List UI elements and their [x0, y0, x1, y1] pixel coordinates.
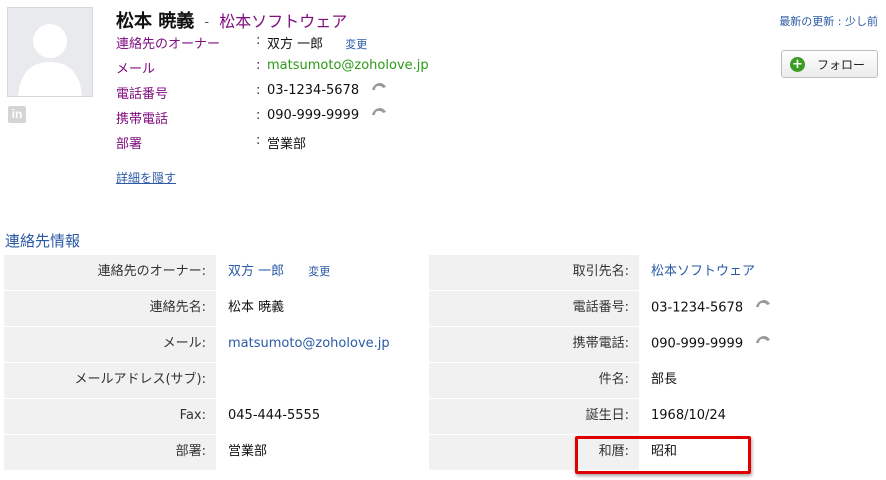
- colon: :: [256, 58, 261, 73]
- account-name-link[interactable]: 松本ソフトウェア: [219, 12, 347, 31]
- phone-label: 電話番号: [116, 87, 169, 102]
- table-row: メールアドレス(サブ): 件名: 部長: [4, 363, 852, 399]
- phone-icon[interactable]: [755, 289, 771, 323]
- field-value: 090-999-9999: [641, 327, 852, 362]
- field-label: 連絡先のオーナー:: [4, 255, 216, 290]
- email-label: メール: [116, 62, 156, 77]
- phone-number: 03-1234-5678: [267, 83, 360, 98]
- owner-link[interactable]: 双方 一郎: [228, 264, 284, 279]
- plus-icon: +: [789, 56, 805, 72]
- field-value: 松本ソフトウェア: [641, 255, 852, 290]
- phone-value: 03-1234-5678: [267, 83, 387, 98]
- table-row: 連絡先名: 松本 暁義 電話番号: 03-1234-5678: [4, 291, 852, 327]
- change-owner-link[interactable]: 変更: [345, 38, 367, 51]
- field-value: 045-444-5555: [218, 399, 427, 434]
- field-value: [218, 363, 427, 398]
- field-value: 1968/10/24: [641, 399, 852, 434]
- avatar: [7, 7, 93, 97]
- table-row: メール: matsumoto@zoholove.jp 携帯電話: 090-999…: [4, 327, 852, 363]
- field-value: 03-1234-5678: [641, 291, 852, 326]
- field-label: Fax:: [4, 399, 216, 434]
- colon: :: [256, 133, 261, 148]
- name-separator: -: [204, 15, 210, 30]
- phone-icon[interactable]: [371, 106, 387, 121]
- section-title[interactable]: 連絡先情報: [5, 230, 80, 251]
- phone-icon[interactable]: [755, 325, 771, 359]
- change-owner-link[interactable]: 変更: [308, 265, 330, 278]
- email-link[interactable]: matsumoto@zoholove.jp: [228, 336, 390, 351]
- linkedin-icon[interactable]: in: [8, 106, 26, 123]
- follow-button[interactable]: + フォロー: [781, 50, 878, 78]
- colon: :: [256, 33, 261, 48]
- field-value: 営業部: [218, 435, 427, 470]
- field-value: 双方 一郎 変更: [218, 255, 427, 290]
- field-label: 誕生日:: [429, 399, 639, 434]
- field-value: 松本 暁義: [218, 291, 427, 326]
- summary-row-phone: 電話番号 : 03-1234-5678: [116, 83, 536, 108]
- mobile-number: 090-999-9999: [267, 108, 360, 123]
- summary-row-owner: 連絡先のオーナー : 双方 一郎 変更: [116, 33, 536, 58]
- phone-icon[interactable]: [371, 81, 387, 96]
- field-label: 件名:: [429, 363, 639, 398]
- account-link[interactable]: 松本ソフトウェア: [651, 264, 755, 279]
- summary-row-mobile: 携帯電話 : 090-999-9999: [116, 108, 536, 133]
- field-label: 取引先名:: [429, 255, 639, 290]
- field-value: 部長: [641, 363, 852, 398]
- mobile-label: 携帯電話: [116, 112, 169, 127]
- dept-label: 部署: [116, 137, 143, 152]
- table-row: 連絡先のオーナー: 双方 一郎 変更 取引先名: 松本ソフトウェア: [4, 255, 852, 291]
- highlight-box: [575, 436, 751, 474]
- summary-row-dept: 部署 : 営業部: [116, 133, 536, 158]
- email-link[interactable]: matsumoto@zoholove.jp: [267, 58, 429, 73]
- owner-value: 双方 一郎 変更: [267, 33, 367, 52]
- mobile-number: 090-999-9999: [651, 336, 744, 352]
- colon: :: [256, 108, 261, 123]
- field-label: メール:: [4, 327, 216, 362]
- owner-name: 双方 一郎: [267, 37, 324, 52]
- phone-number: 03-1234-5678: [651, 300, 744, 316]
- mobile-value: 090-999-9999: [267, 108, 387, 123]
- contact-name: 松本 暁義: [116, 11, 195, 32]
- contact-summary: 連絡先のオーナー : 双方 一郎 変更 メール : matsumoto@zoho…: [116, 33, 536, 158]
- follow-label: フォロー: [816, 57, 865, 72]
- field-label: メールアドレス(サブ):: [4, 363, 216, 398]
- dept-value: 営業部: [267, 137, 307, 152]
- hide-details-link[interactable]: 詳細を隠す: [116, 169, 176, 186]
- field-label: 部署:: [4, 435, 216, 470]
- field-value: matsumoto@zoholove.jp: [218, 327, 427, 362]
- table-row: Fax: 045-444-5555 誕生日: 1968/10/24: [4, 399, 852, 435]
- field-label: 携帯電話:: [429, 327, 639, 362]
- owner-label: 連絡先のオーナー: [116, 37, 221, 52]
- summary-row-email: メール : matsumoto@zoholove.jp: [116, 58, 536, 83]
- field-label: 電話番号:: [429, 291, 639, 326]
- colon: :: [256, 83, 261, 98]
- contact-header: 松本 暁義 - 松本ソフトウェア: [116, 7, 347, 33]
- field-label: 連絡先名:: [4, 291, 216, 326]
- last-update[interactable]: 最新の更新 : 少し前: [779, 13, 878, 29]
